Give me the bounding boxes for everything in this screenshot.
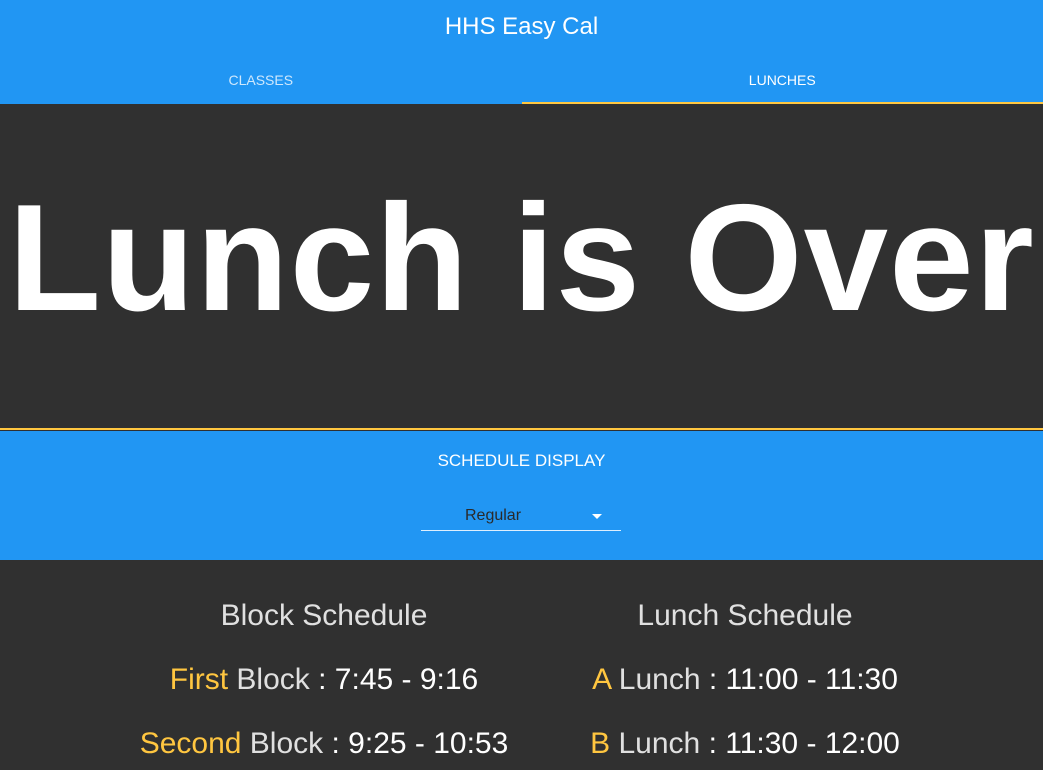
status-banner: Lunch is Over bbox=[0, 104, 1043, 430]
block-time: : 7:45 - 9:16 bbox=[318, 663, 479, 696]
app-title: HHS Easy Cal bbox=[444, 13, 599, 40]
tab-classes[interactable]: CLASSES bbox=[0, 56, 522, 104]
schedule-select[interactable]: Regular bbox=[421, 501, 621, 531]
list-item: First Block : 7:45 - 9:16 bbox=[124, 664, 524, 696]
block-schedule: Block Schedule First Block : 7:45 - 9:16… bbox=[124, 560, 524, 760]
lunch-name: B bbox=[590, 727, 611, 760]
list-item: Second Block : 9:25 - 10:53 bbox=[124, 728, 524, 760]
lunch-name: A bbox=[592, 663, 611, 696]
lunch-schedule-title: Lunch Schedule bbox=[637, 599, 853, 632]
list-item: B Lunch : 11:30 - 12:00 bbox=[545, 728, 945, 760]
list-item: A Lunch : 11:00 - 11:30 bbox=[545, 664, 945, 696]
block-suffix: Block bbox=[249, 727, 324, 760]
schedule-lists: Block Schedule First Block : 7:45 - 9:16… bbox=[0, 560, 1043, 770]
lunch-time: : 11:00 - 11:30 bbox=[708, 663, 898, 696]
status-message: Lunch is Over bbox=[8, 173, 1035, 343]
schedule-display-panel: SCHEDULE DISPLAY Regular bbox=[0, 431, 1043, 560]
block-name: Second bbox=[139, 727, 242, 760]
block-schedule-title: Block Schedule bbox=[220, 599, 428, 632]
tab-bar: CLASSES LUNCHES bbox=[0, 56, 1043, 104]
lunch-suffix: Lunch bbox=[618, 663, 701, 696]
lunch-schedule: Lunch Schedule A Lunch : 11:00 - 11:30 B… bbox=[545, 560, 945, 760]
lunch-time: : 11:30 - 12:00 bbox=[708, 727, 900, 760]
schedule-display-label: SCHEDULE DISPLAY bbox=[437, 451, 606, 470]
block-suffix: Block bbox=[236, 663, 310, 696]
tab-lunches[interactable]: LUNCHES bbox=[521, 56, 1043, 104]
schedule-select-value: Regular bbox=[464, 507, 522, 524]
block-time: : 9:25 - 10:53 bbox=[331, 727, 509, 760]
block-name: First bbox=[169, 663, 229, 696]
app-header: HHS Easy Cal CLASSES LUNCHES bbox=[0, 0, 1043, 104]
lunch-suffix: Lunch bbox=[618, 727, 701, 760]
chevron-down-icon bbox=[592, 514, 602, 519]
